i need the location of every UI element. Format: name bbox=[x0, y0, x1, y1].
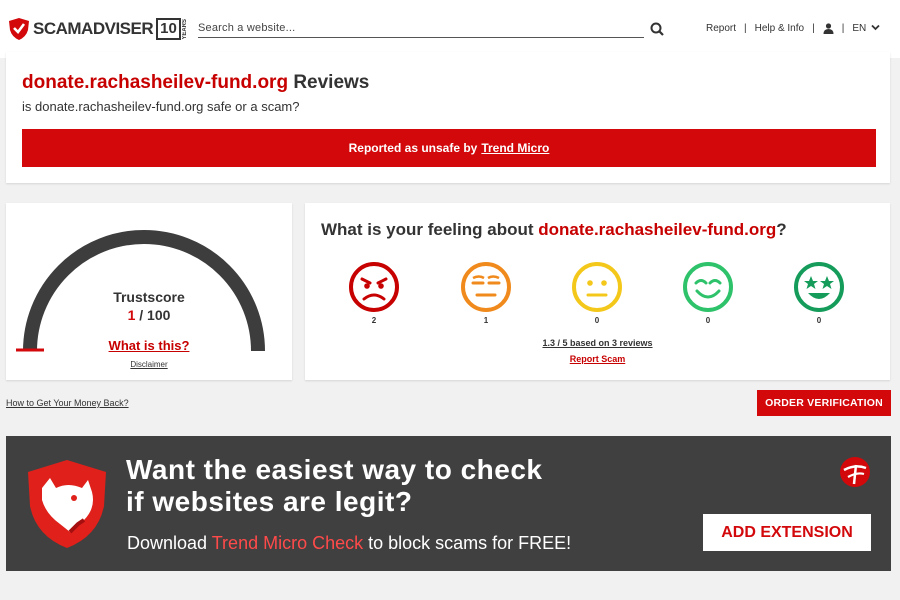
top-nav: Report | Help & Info | | EN bbox=[706, 23, 880, 34]
nav-help[interactable]: Help & Info bbox=[755, 23, 804, 34]
page-subtitle: is donate.rachasheilev-fund.org safe or … bbox=[22, 99, 300, 114]
trustscore-value: 1 / 100 bbox=[6, 307, 292, 323]
search-input[interactable] bbox=[198, 22, 644, 34]
rating-face-5[interactable]: 0 bbox=[792, 261, 846, 325]
rating-faces: 2 1 0 0 0 bbox=[347, 261, 867, 331]
rating-face-2[interactable]: 1 bbox=[459, 261, 513, 325]
rating-face-1[interactable]: 2 bbox=[347, 261, 401, 325]
nav-language[interactable]: EN bbox=[852, 23, 880, 34]
logo-badge: 10 bbox=[156, 18, 181, 40]
nav-separator: | bbox=[812, 23, 815, 34]
alert-text: Reported as unsafe by bbox=[348, 141, 478, 155]
title-domain: donate.rachasheilev-fund.org bbox=[22, 72, 289, 93]
review-header-card: donate.rachasheilev-fund.org Reviews is … bbox=[6, 52, 890, 183]
logo-years: YEARS bbox=[181, 18, 188, 40]
title-suffix: Reviews bbox=[288, 72, 370, 93]
feeling-prefix: What is your feeling about bbox=[321, 220, 539, 239]
face-count: 0 bbox=[816, 316, 822, 325]
what-is-this-link[interactable]: What is this? bbox=[6, 338, 292, 353]
trustscore-max: / 100 bbox=[135, 307, 171, 323]
site-header: SCAMADVISER 10 YEARS Report | Help & Inf… bbox=[0, 0, 900, 58]
trustscore-label: Trustscore bbox=[113, 289, 185, 305]
happy-face-icon bbox=[683, 262, 733, 312]
feeling-title: What is your feeling about donate.rachas… bbox=[321, 220, 787, 240]
nav-separator: | bbox=[744, 23, 747, 34]
rating-summary[interactable]: 1.3 / 5 based on 3 reviews bbox=[305, 338, 890, 348]
add-extension-button[interactable]: ADD EXTENSION bbox=[703, 514, 871, 551]
language-label: EN bbox=[852, 23, 867, 34]
banner-headline-line2: if websites are legit? bbox=[126, 486, 413, 517]
nav-separator: | bbox=[841, 23, 845, 34]
neutral-face-icon bbox=[572, 262, 622, 312]
page-title: donate.rachasheilev-fund.org Reviews bbox=[22, 72, 369, 94]
angry-face-icon bbox=[349, 262, 399, 312]
search-icon[interactable] bbox=[650, 22, 664, 36]
unhappy-face-icon bbox=[461, 262, 511, 312]
logo-text: SCAMADVISER bbox=[33, 19, 154, 38]
fox-shield-icon bbox=[28, 460, 106, 548]
feeling-card: What is your feeling about donate.rachas… bbox=[305, 203, 890, 380]
order-verification-button[interactable]: ORDER VERIFICATION bbox=[757, 390, 891, 416]
chevron-down-icon bbox=[871, 24, 880, 31]
nav-report[interactable]: Report bbox=[706, 23, 736, 34]
face-count: 0 bbox=[594, 316, 600, 325]
face-count: 0 bbox=[705, 316, 711, 325]
trend-micro-logo-icon bbox=[840, 457, 870, 487]
banner-sub-suffix: to block scams for FREE! bbox=[363, 533, 572, 553]
report-scam-link[interactable]: Report Scam bbox=[305, 354, 890, 364]
face-count: 2 bbox=[371, 316, 377, 325]
banner-subtext: Download Trend Micro Check to block scam… bbox=[127, 533, 571, 554]
unsafe-alert-bar: Reported as unsafe by Trend Micro bbox=[22, 129, 876, 167]
banner-sub-highlight: Trend Micro Check bbox=[211, 533, 364, 553]
trend-micro-banner: Want the easiest way to check if website… bbox=[6, 436, 891, 571]
rating-face-4[interactable]: 0 bbox=[681, 261, 735, 325]
banner-headline-line1: Want the easiest way to check bbox=[126, 454, 543, 485]
star-eyes-face-icon bbox=[794, 262, 844, 312]
trend-micro-link[interactable]: Trend Micro bbox=[481, 141, 549, 155]
scamadviser-logo[interactable]: SCAMADVISER 10 YEARS bbox=[8, 16, 188, 42]
feeling-suffix: ? bbox=[776, 220, 787, 239]
user-icon[interactable] bbox=[823, 23, 834, 34]
banner-sub-prefix: Download bbox=[127, 533, 212, 553]
face-count: 1 bbox=[483, 316, 489, 325]
rating-face-3[interactable]: 0 bbox=[570, 261, 624, 325]
trustscore-card: Trustscore 1 / 100 What is this? Disclai… bbox=[6, 203, 292, 380]
money-back-link[interactable]: How to Get Your Money Back? bbox=[6, 398, 129, 408]
search-field[interactable] bbox=[198, 18, 644, 38]
shield-check-icon bbox=[9, 18, 29, 40]
disclaimer-link[interactable]: Disclaimer bbox=[6, 360, 292, 369]
feeling-domain: donate.rachasheilev-fund.org bbox=[538, 220, 777, 239]
banner-headline: Want the easiest way to check if website… bbox=[126, 454, 646, 518]
